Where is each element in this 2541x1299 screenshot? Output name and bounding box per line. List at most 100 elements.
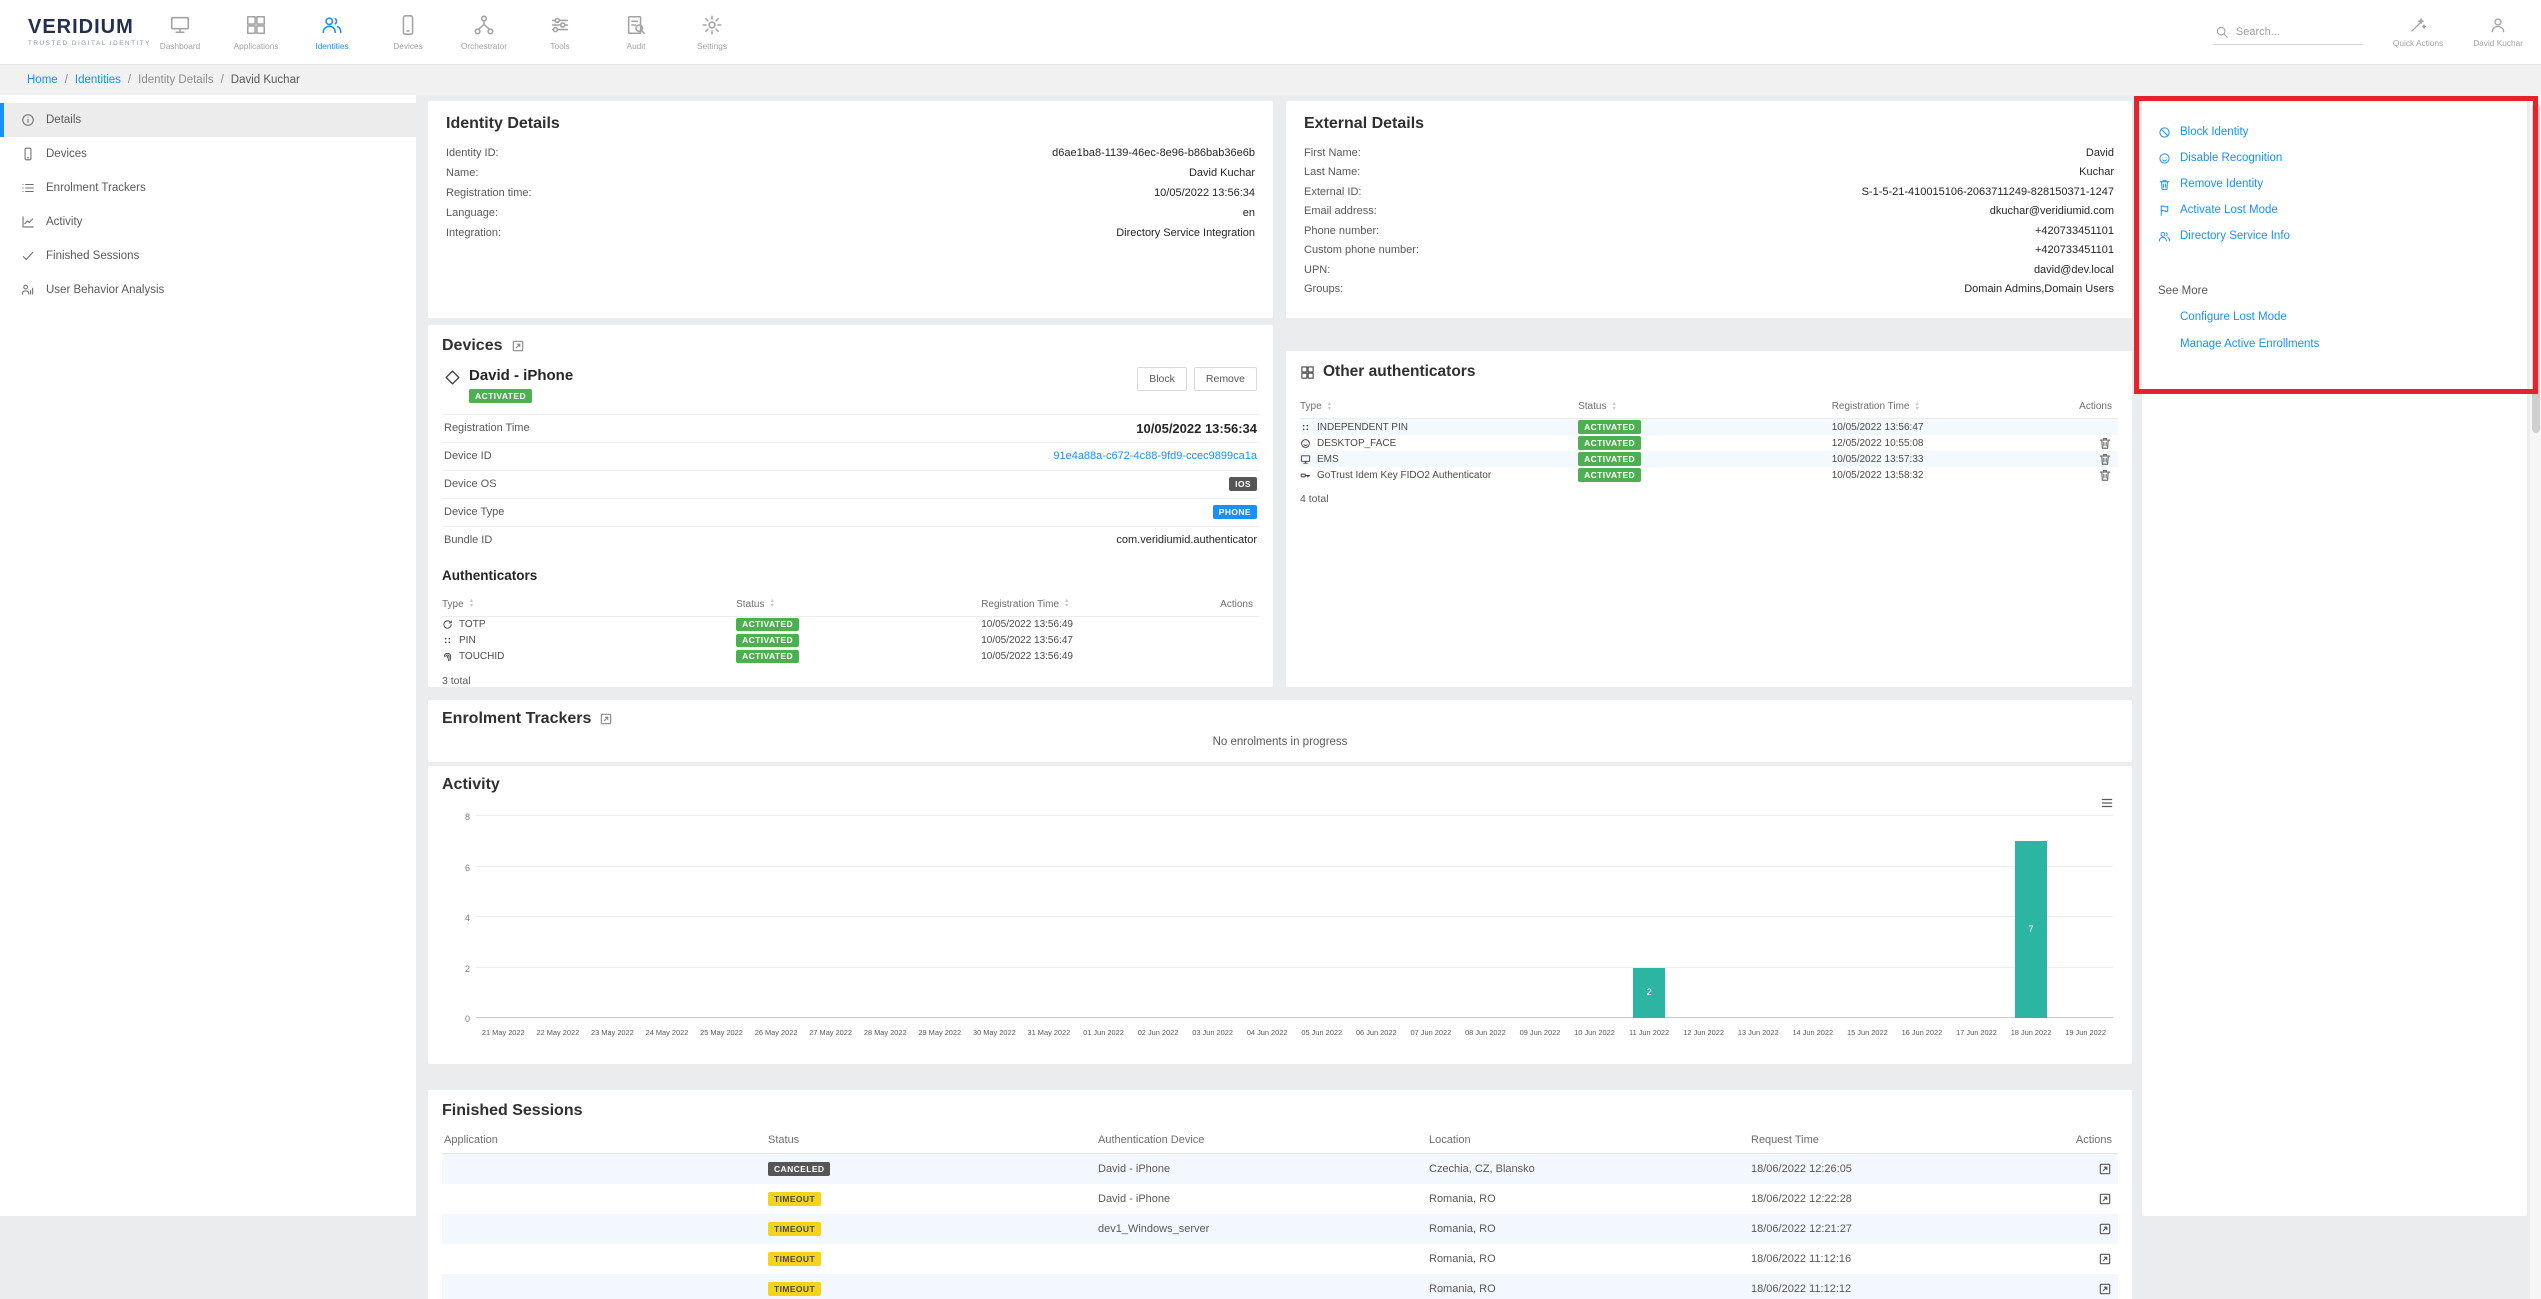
x-axis-label: 06 Jun 2022 <box>1349 1028 1404 1037</box>
column-status[interactable]: Status▲▼ <box>1578 401 1832 412</box>
external-id-row: External ID: S-1-5-21-410015106-20637112… <box>1304 182 2114 202</box>
identity-details-panel: Identity Details Identity ID: d6ae1ba8-1… <box>428 101 1273 318</box>
trash-icon[interactable] <box>2098 468 2112 482</box>
open-session-icon[interactable] <box>2098 1282 2112 1296</box>
x-axis-label: 18 Jun 2022 <box>2004 1028 2059 1037</box>
column-actions: Actions <box>2044 401 2118 412</box>
device-name: David - iPhone <box>469 367 573 384</box>
trash-icon[interactable] <box>2098 452 2112 466</box>
activity-bar-11-jun-2022[interactable]: 2 <box>1633 968 1665 1019</box>
x-axis-label: 24 May 2022 <box>640 1028 695 1037</box>
chart-menu-icon[interactable] <box>2100 796 2114 810</box>
disable-recognition-link[interactable]: Disable Recognition <box>2158 145 2511 171</box>
device-id-link[interactable]: 91e4a88a-c672-4c88-9fd9-ccec9899ca1a <box>1053 450 1257 462</box>
x-axis-label: 13 Jun 2022 <box>1731 1028 1786 1037</box>
nav-item-tools[interactable]: Tools <box>522 0 598 64</box>
column-application[interactable]: Application <box>442 1134 766 1146</box>
trash-icon <box>2158 178 2171 191</box>
open-devices-icon[interactable] <box>511 339 525 353</box>
quick-actions-button[interactable]: Quick Actions <box>2393 16 2443 48</box>
x-axis-label: 27 May 2022 <box>803 1028 858 1037</box>
sidebar-item-finished-sessions[interactable]: Finished Sessions <box>0 239 416 273</box>
authenticators-title: Authenticators <box>442 568 1259 583</box>
brand-logo[interactable]: VERIDIUM TRUSTED DIGITAL IDENTITY <box>0 17 142 47</box>
user-analysis-icon <box>21 283 35 297</box>
configure-lost-mode-link[interactable]: Configure Lost Mode <box>2180 303 2511 330</box>
other-authenticators-header-row: Type▲▼ Status▲▼ Registration Time▲▼ Acti… <box>1300 395 2118 419</box>
column-status[interactable]: Status▲▼ <box>736 599 981 610</box>
external-details-title: External Details <box>1304 115 2114 133</box>
sidebar-item-user-behavior-analysis[interactable]: User Behavior Analysis <box>0 273 416 307</box>
nav-item-devices[interactable]: Devices <box>370 0 446 64</box>
sort-icon: ▲▼ <box>469 599 474 608</box>
open-session-icon[interactable] <box>2098 1252 2112 1266</box>
block-device-button[interactable]: Block <box>1137 367 1187 391</box>
block-icon <box>2158 126 2171 139</box>
authenticator-row-totp: TOTP ACTIVATED 10/05/2022 13:56:49 <box>442 617 1259 633</box>
x-axis-label: 21 May 2022 <box>476 1028 531 1037</box>
x-axis-label: 16 Jun 2022 <box>1895 1028 1950 1037</box>
manage-active-enrollments-link[interactable]: Manage Active Enrollments <box>2180 330 2511 357</box>
activate-lost-mode-link[interactable]: Activate Lost Mode <box>2158 197 2511 223</box>
remove-device-button[interactable]: Remove <box>1194 367 1257 391</box>
authenticator-row-fido2-key: GoTrust Idem Key FIDO2 Authenticator ACT… <box>1300 467 2118 483</box>
chart-icon <box>21 215 35 229</box>
session-row: TIMEOUT Romania, RO 18/06/2022 11:12:12 <box>442 1274 2118 1299</box>
x-axis-label: 29 May 2022 <box>913 1028 968 1037</box>
open-session-icon[interactable] <box>2098 1192 2112 1206</box>
y-axis-tick: 8 <box>448 812 470 822</box>
nav-item-dashboard[interactable]: Dashboard <box>142 0 218 64</box>
sidebar-item-activity[interactable]: Activity <box>0 205 416 239</box>
session-row: TIMEOUT Romania, RO 18/06/2022 11:12:16 <box>442 1244 2118 1274</box>
brand-tagline: TRUSTED DIGITAL IDENTITY <box>28 40 142 47</box>
column-registration-time[interactable]: Registration Time▲▼ <box>981 599 1202 610</box>
devices-section-title: Devices <box>442 337 503 355</box>
column-location[interactable]: Location <box>1427 1134 1749 1146</box>
activity-bar-18-jun-2022[interactable]: 7 <box>2015 841 2047 1018</box>
column-authentication-device[interactable]: Authentication Device <box>1096 1134 1427 1146</box>
open-session-icon[interactable] <box>2098 1222 2112 1236</box>
finished-sessions-header-row: Application Status Authentication Device… <box>442 1126 2118 1154</box>
phone-row: Phone number: +420733451101 <box>1304 221 2114 241</box>
sidebar-item-details[interactable]: Details <box>0 103 416 137</box>
authenticator-row-pin: PIN ACTIVATED 10/05/2022 13:56:47 <box>442 633 1259 649</box>
sort-icon: ▲▼ <box>769 599 774 608</box>
user-menu[interactable]: David Kuchar <box>2473 16 2523 48</box>
column-request-time[interactable]: Request Time <box>1749 1134 2054 1146</box>
breadcrumb-identities[interactable]: Identities <box>75 74 121 86</box>
authenticators-header-row: Type▲▼ Status▲▼ Registration Time▲▼ Acti… <box>442 593 1259 617</box>
scrollbar-thumb[interactable] <box>2532 103 2540 433</box>
y-axis-tick: 0 <box>448 1014 470 1024</box>
authenticator-row-ems: EMS ACTIVATED 10/05/2022 13:57:33 <box>1300 451 2118 467</box>
devices-panel: Devices David - iPhone ACTIVATED Block R… <box>428 325 1273 687</box>
nav-item-identities[interactable]: Identities <box>294 0 370 64</box>
x-axis-label: 12 Jun 2022 <box>1676 1028 1731 1037</box>
x-axis-label: 11 Jun 2022 <box>1622 1028 1677 1037</box>
column-type[interactable]: Type▲▼ <box>442 599 736 610</box>
sidebar-item-devices[interactable]: Devices <box>0 137 416 171</box>
block-identity-link[interactable]: Block Identity <box>2158 119 2511 145</box>
device-type-icon <box>444 369 461 386</box>
authenticator-row-touchid: TOUCHID ACTIVATED 10/05/2022 13:56:49 <box>442 649 1259 665</box>
device-authenticators: Authenticators Type▲▼ Status▲▼ Registrat… <box>442 568 1259 687</box>
device-os-row: Device OS IOS <box>442 470 1259 498</box>
nav-item-applications[interactable]: Applications <box>218 0 294 64</box>
column-registration-time[interactable]: Registration Time▲▼ <box>1832 401 2045 412</box>
trash-icon[interactable] <box>2098 436 2112 450</box>
open-enrolment-trackers-icon[interactable] <box>599 712 613 726</box>
remove-identity-link[interactable]: Remove Identity <box>2158 171 2511 197</box>
sort-icon: ▲▼ <box>1327 402 1332 411</box>
breadcrumb-identity-details: Identity Details <box>138 74 213 86</box>
nav-item-orchestrator[interactable]: Orchestrator <box>446 0 522 64</box>
search-input[interactable] <box>2236 26 2354 38</box>
device-type-badge: PHONE <box>1213 505 1257 519</box>
open-session-icon[interactable] <box>2098 1162 2112 1176</box>
column-type[interactable]: Type▲▼ <box>1300 401 1578 412</box>
directory-service-info-link[interactable]: Directory Service Info <box>2158 223 2511 249</box>
nav-item-audit[interactable]: Audit <box>598 0 674 64</box>
breadcrumb-home[interactable]: Home <box>27 74 58 86</box>
sidebar-item-enrolment-trackers[interactable]: Enrolment Trackers <box>0 171 416 205</box>
column-status[interactable]: Status <box>766 1134 1096 1146</box>
see-more-label: See More <box>2158 285 2511 297</box>
nav-item-settings[interactable]: Settings <box>674 0 750 64</box>
